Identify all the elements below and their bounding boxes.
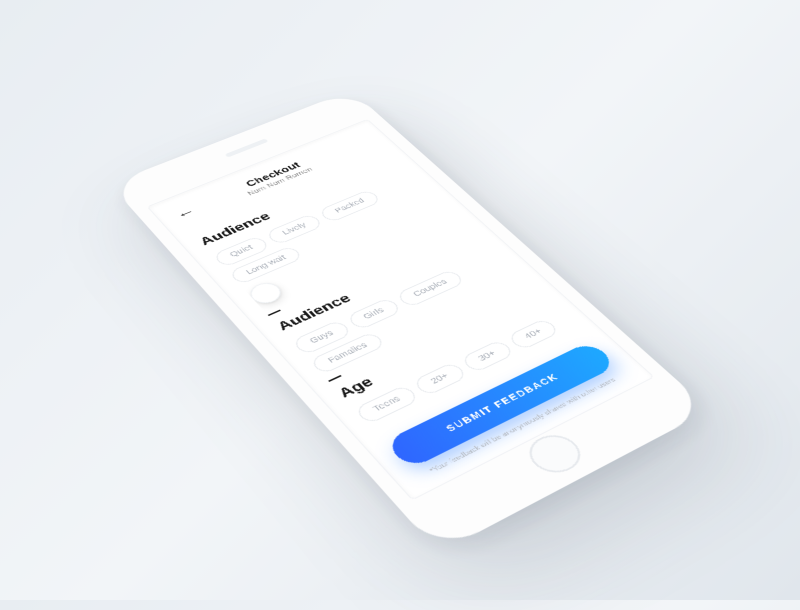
chip-40plus[interactable]: 40+ [506,318,560,351]
chip-20plus[interactable]: 20+ [412,362,468,397]
phone-frame: ← Checkout Nom Nom Romen Audience Quiet … [109,90,710,553]
back-arrow-icon[interactable]: ← [172,204,198,221]
slider-knob-icon[interactable] [245,279,286,307]
chip-30plus[interactable]: 30+ [460,339,515,373]
section-divider [328,375,342,382]
section-divider [268,310,281,316]
app-screen: ← Checkout Nom Nom Romen Audience Quiet … [148,120,653,500]
